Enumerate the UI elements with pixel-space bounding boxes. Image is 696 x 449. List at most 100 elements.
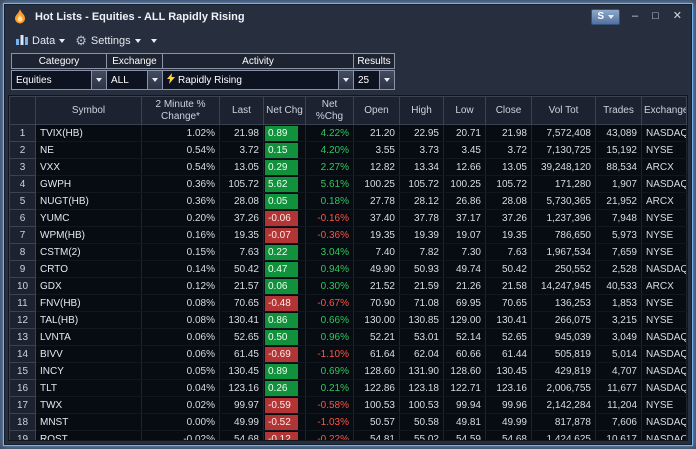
- table-row[interactable]: 8CSTM(2)0.15%7.630.223.04%7.407.827.307.…: [10, 244, 687, 261]
- open-cell: 27.78: [354, 193, 400, 210]
- column-header-open[interactable]: Open: [354, 97, 400, 125]
- row-number-cell: 14: [10, 346, 36, 363]
- open-cell: 50.57: [354, 414, 400, 431]
- vol-tot-cell: 945,039: [532, 329, 596, 346]
- net-chg-cell: 0.06: [264, 278, 306, 295]
- exchange-cell: ARCX: [642, 278, 687, 295]
- table-row[interactable]: 14BIVV0.06%61.45-0.69-1.10%61.6462.0460.…: [10, 346, 687, 363]
- trades-cell: 21,952: [596, 193, 642, 210]
- column-header-net-chg[interactable]: Net Chg: [264, 97, 306, 125]
- exchange-cell: NASDAQ: [642, 363, 687, 380]
- trades-cell: 43,089: [596, 125, 642, 142]
- row-number-cell: 17: [10, 397, 36, 414]
- net-pct-chg-cell: 0.96%: [306, 329, 354, 346]
- trades-cell: 2,528: [596, 261, 642, 278]
- close-cell: 130.45: [486, 363, 532, 380]
- low-cell: 122.71: [444, 380, 486, 397]
- net-chg-cell: 0.50: [264, 329, 306, 346]
- exchange-cell: NASDAQ: [642, 261, 687, 278]
- column-header-close[interactable]: Close: [486, 97, 532, 125]
- row-number-cell: 19: [10, 431, 36, 442]
- results-value: 25: [358, 75, 369, 86]
- column-header-low[interactable]: Low: [444, 97, 486, 125]
- toolbar-overflow-button[interactable]: [147, 37, 161, 45]
- column-header-net-pct-chg[interactable]: Net %Chg: [306, 97, 354, 125]
- column-header-last[interactable]: Last: [220, 97, 264, 125]
- table-row[interactable]: 1TVIX(HB)1.02%21.980.894.22%21.2022.9520…: [10, 125, 687, 142]
- close-cell: 70.65: [486, 295, 532, 312]
- net-change-badge: -0.52: [265, 415, 298, 430]
- activity-filter-group: Activity Rapidly Rising: [162, 53, 354, 90]
- dropdown-arrow-button[interactable]: [91, 71, 106, 89]
- table-row[interactable]: 18MNST0.00%49.99-0.52-1.03%50.5750.5849.…: [10, 414, 687, 431]
- column-header-2min-change[interactable]: 2 Minute % Change*: [142, 97, 220, 125]
- last-cell: 49.99: [220, 414, 264, 431]
- last-cell: 52.65: [220, 329, 264, 346]
- table-row[interactable]: 13LVNTA0.06%52.650.500.96%52.2153.0152.1…: [10, 329, 687, 346]
- column-header-vol-tot[interactable]: Vol Tot: [532, 97, 596, 125]
- net-chg-cell: 0.15: [264, 142, 306, 159]
- last-cell: 19.35: [220, 227, 264, 244]
- net-pct-chg-cell: 0.94%: [306, 261, 354, 278]
- results-select[interactable]: 25: [353, 70, 395, 90]
- net-chg-cell: 0.26: [264, 380, 306, 397]
- 2min-change-cell: 0.05%: [142, 363, 220, 380]
- row-number-cell: 5: [10, 193, 36, 210]
- activity-select[interactable]: Rapidly Rising: [162, 70, 354, 90]
- close-cell: 37.26: [486, 210, 532, 227]
- table-row[interactable]: 2NE0.54%3.720.154.20%3.553.733.453.727,1…: [10, 142, 687, 159]
- data-menu-button[interactable]: Data: [12, 32, 69, 50]
- 2min-change-cell: 1.02%: [142, 125, 220, 142]
- vol-tot-cell: 266,075: [532, 312, 596, 329]
- close-cell: 105.72: [486, 176, 532, 193]
- net-pct-chg-cell: 0.18%: [306, 193, 354, 210]
- table-row[interactable]: 17TWX0.02%99.97-0.59-0.58%100.53100.5399…: [10, 397, 687, 414]
- open-cell: 21.20: [354, 125, 400, 142]
- table-row[interactable]: 16TLT0.04%123.160.260.21%122.86123.18122…: [10, 380, 687, 397]
- open-cell: 100.25: [354, 176, 400, 193]
- style-dropdown-button[interactable]: S: [591, 9, 620, 25]
- category-select[interactable]: Equities: [11, 70, 107, 90]
- open-cell: 54.81: [354, 431, 400, 442]
- net-pct-chg-cell: 5.61%: [306, 176, 354, 193]
- symbol-cell: TLT: [36, 380, 142, 397]
- table-row[interactable]: 11FNV(HB)0.08%70.65-0.48-0.67%70.9071.08…: [10, 295, 687, 312]
- table-row[interactable]: 4GWPH0.36%105.725.625.61%100.25105.72100…: [10, 176, 687, 193]
- net-chg-cell: 0.29: [264, 159, 306, 176]
- table-row[interactable]: 6YUMC0.20%37.26-0.06-0.16%37.4037.7837.1…: [10, 210, 687, 227]
- high-cell: 7.82: [400, 244, 444, 261]
- net-pct-chg-cell: -0.36%: [306, 227, 354, 244]
- settings-menu-button[interactable]: ⚙ Settings: [71, 32, 144, 49]
- vol-tot-cell: 250,552: [532, 261, 596, 278]
- maximize-button[interactable]: □: [650, 11, 661, 22]
- vol-tot-cell: 1,237,396: [532, 210, 596, 227]
- row-number-cell: 15: [10, 363, 36, 380]
- column-header-high[interactable]: High: [400, 97, 444, 125]
- table-row[interactable]: 7WPM(HB)0.16%19.35-0.07-0.36%19.3519.391…: [10, 227, 687, 244]
- table-row[interactable]: 5NUGT(HB)0.36%28.080.050.18%27.7828.1226…: [10, 193, 687, 210]
- table-row[interactable]: 19ROST-0.02%54.68-0.12-0.22%54.8155.0254…: [10, 431, 687, 442]
- vol-tot-cell: 1,424,625: [532, 431, 596, 442]
- column-header-symbol[interactable]: Symbol: [36, 97, 142, 125]
- column-header-exchange[interactable]: Exchange: [642, 97, 687, 125]
- high-cell: 100.53: [400, 397, 444, 414]
- vol-tot-cell: 817,878: [532, 414, 596, 431]
- row-number-cell: 2: [10, 142, 36, 159]
- table-row[interactable]: 15INCY0.05%130.450.890.69%128.60131.9012…: [10, 363, 687, 380]
- table-row[interactable]: 12TAL(HB)0.08%130.410.860.66%130.00130.8…: [10, 312, 687, 329]
- dropdown-arrow-button[interactable]: [147, 71, 162, 89]
- close-cell: 21.58: [486, 278, 532, 295]
- dropdown-arrow-button[interactable]: [338, 71, 353, 89]
- table-row[interactable]: 10GDX0.12%21.570.060.30%21.5221.5921.262…: [10, 278, 687, 295]
- close-button[interactable]: ✕: [671, 11, 684, 22]
- activity-value: Rapidly Rising: [178, 75, 242, 86]
- column-header-trades[interactable]: Trades: [596, 97, 642, 125]
- dropdown-arrow-button[interactable]: [379, 71, 394, 89]
- low-cell: 69.95: [444, 295, 486, 312]
- vol-tot-cell: 429,819: [532, 363, 596, 380]
- table-row[interactable]: 3VXX0.54%13.050.292.27%12.8213.3412.6613…: [10, 159, 687, 176]
- table-row[interactable]: 9CRTO0.14%50.420.470.94%49.9050.9349.745…: [10, 261, 687, 278]
- exchange-select[interactable]: ALL: [106, 70, 163, 90]
- title-bar[interactable]: Hot Lists - Equities - ALL Rapidly Risin…: [4, 4, 692, 29]
- minimize-button[interactable]: –: [630, 11, 640, 22]
